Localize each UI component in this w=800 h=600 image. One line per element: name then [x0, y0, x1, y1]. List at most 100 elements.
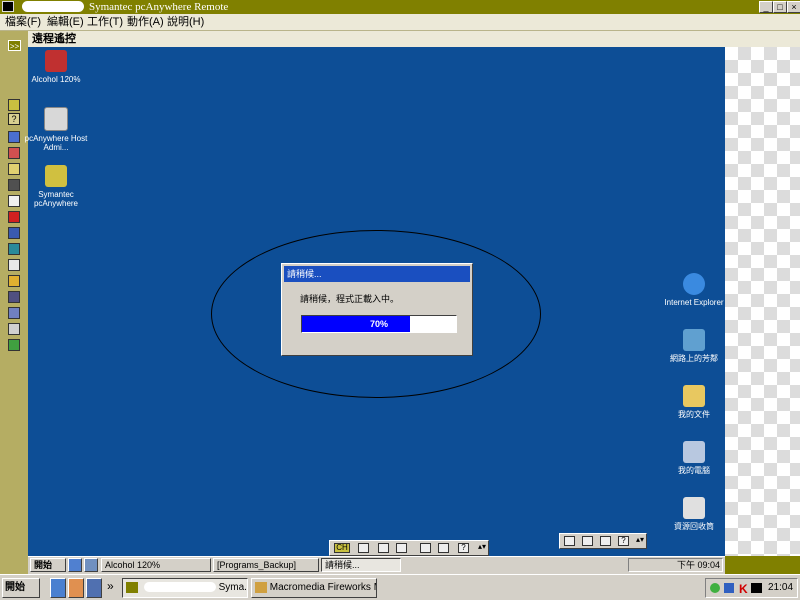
antivirus-k-icon[interactable]: K	[739, 580, 748, 597]
help-icon[interactable]: ?	[8, 113, 20, 125]
show-desktop-icon[interactable]	[86, 578, 102, 598]
local-taskbar: 開始 » Syma... Macromedia Fireworks M... K…	[0, 574, 800, 600]
monitor-icon[interactable]	[8, 227, 20, 239]
scale-icon[interactable]	[8, 307, 20, 319]
keyboard-small-icon[interactable]	[438, 543, 449, 553]
desktop-icon-pcanywhere-host-admin[interactable]: pcAnywhere Host Admi...	[21, 107, 91, 152]
window-title: Symantec pcAnywhere Remote	[89, 1, 229, 13]
end-session-icon[interactable]	[8, 211, 20, 223]
help-icon[interactable]: ?	[458, 543, 469, 553]
redacted-host-name	[22, 1, 84, 12]
desktop-icon-internet-explorer[interactable]: Internet Explorer	[659, 273, 729, 307]
desktop-icon-label: 我的電腦	[678, 466, 710, 475]
desktop-icon-alcohol[interactable]: Alcohol 120%	[21, 50, 91, 84]
loading-dialog[interactable]: 請稍候... 請稍候，程式正載入中。 70%	[281, 263, 473, 356]
desktop-icon-label: 資源回收筒	[674, 522, 714, 531]
refresh-icon[interactable]	[8, 339, 20, 351]
keyboard-icon[interactable]	[564, 536, 575, 546]
my-documents-icon	[683, 385, 705, 407]
menu-file[interactable]: 檔案(F)	[5, 14, 41, 30]
tray-icon-blue[interactable]	[724, 583, 734, 593]
pen-icon[interactable]	[582, 536, 593, 546]
remote-system-tray: 下午 09:04	[628, 558, 723, 572]
desktop-icon-label: 網路上的芳鄰	[670, 354, 718, 363]
pcanywhere-app-icon[interactable]	[2, 1, 14, 12]
maximize-button[interactable]: □	[773, 1, 787, 13]
local-system-tray: K 21:04	[705, 578, 798, 598]
menu-help[interactable]: 說明(H)	[167, 14, 204, 30]
menu-actions[interactable]: 動作(A)	[127, 14, 164, 30]
tray-icon-green[interactable]	[710, 583, 720, 593]
taskbar-button-label: Macromedia Fireworks M...	[269, 582, 376, 593]
network-places-icon	[683, 329, 705, 351]
file-transfer-icon[interactable]	[8, 147, 20, 159]
taskbar-button-please-wait[interactable]: 請稍候...	[321, 558, 401, 572]
screen-icon[interactable]	[8, 179, 20, 191]
remote-taskbar: 開始 Alcohol 120% [Programs_Backup] 請稍候...…	[28, 556, 725, 574]
help-icon[interactable]: ?	[618, 536, 629, 546]
desktop-icon-label: Symantec pcAnywhere	[33, 190, 79, 208]
remote-clock: 下午 09:04	[677, 560, 721, 570]
remote-start-button[interactable]: 開始	[30, 558, 66, 572]
desktop-icon-my-documents[interactable]: 我的文件	[659, 385, 729, 419]
minimize-button[interactable]: _	[759, 1, 773, 13]
connection-icon[interactable]	[8, 99, 20, 111]
toolbar-menu-icon[interactable]: ▴▾	[636, 535, 644, 544]
desktop-icon-label: pcAnywhere Host Admi...	[24, 134, 88, 152]
ie-quick-launch-icon[interactable]	[68, 558, 82, 572]
progress-bar: 70%	[301, 315, 457, 333]
pen-icon[interactable]	[378, 543, 389, 553]
my-computer-icon	[683, 441, 705, 463]
taskbar-button-programs-backup[interactable]: [Programs_Backup]	[213, 558, 319, 572]
toolbar-menu-icon[interactable]: ▴▾	[478, 542, 486, 551]
taskbar-button-fireworks[interactable]: Macromedia Fireworks M...	[251, 578, 377, 598]
pad-icon[interactable]	[600, 536, 611, 546]
pad-icon[interactable]	[396, 543, 407, 553]
keyboard-icon[interactable]	[358, 543, 369, 553]
menu-tasks[interactable]: 工作(T)	[87, 14, 123, 30]
language-ch-button[interactable]: CH	[334, 543, 350, 553]
fireworks-icon	[255, 581, 267, 593]
pcanywhere-icon	[126, 581, 138, 593]
expand-toolbar-button[interactable]: >>	[8, 40, 21, 51]
remote-control-label: 遠程遙控	[32, 33, 76, 45]
taskbar-button-alcohol[interactable]: Alcohol 120%	[101, 558, 211, 572]
internet-explorer-icon	[683, 273, 705, 295]
show-desktop-icon[interactable]	[84, 558, 98, 572]
dialog-title[interactable]: 請稍候...	[284, 266, 470, 282]
menu-bar: 檔案(F) 編輯(E) 工作(T) 動作(A) 說明(H)	[0, 14, 800, 31]
ie-quick-launch-icon[interactable]	[50, 578, 66, 598]
close-button[interactable]: ×	[787, 1, 800, 13]
desktop-icon-recycle-bin[interactable]: 資源回收筒	[659, 497, 729, 531]
keyboard-icon[interactable]	[8, 195, 20, 207]
remote-floating-toolbar: CH ? ▴▾	[329, 540, 489, 556]
taskbar-button-label: Syma...	[218, 582, 247, 593]
remote-control-header: 遠程遙控	[28, 31, 800, 47]
unused-screen-area	[725, 47, 800, 556]
taskbar-button-symantec[interactable]: Syma...	[122, 578, 248, 598]
menu-edit[interactable]: 編輯(E)	[47, 14, 84, 30]
quick-launch-chevron[interactable]: »	[107, 579, 114, 593]
tray-icon-dark[interactable]	[751, 583, 762, 593]
progress-text: 70%	[369, 319, 388, 329]
desktop-icon-label: Alcohol 120%	[31, 75, 81, 84]
brush-icon[interactable]	[420, 543, 431, 553]
desktop-icon-label: 我的文件	[678, 410, 710, 419]
recycle-bin-icon	[683, 497, 705, 519]
record-icon[interactable]	[8, 291, 20, 303]
alcohol-icon	[45, 50, 67, 72]
desktop-icon-network-places[interactable]: 網路上的芳鄰	[659, 329, 729, 363]
clipboard-icon[interactable]	[8, 259, 20, 271]
dialog-message: 請稍候，程式正載入中。	[300, 294, 400, 304]
desktop-icon-symantec-pcanywhere[interactable]: Symantec pcAnywhere	[21, 165, 91, 208]
folder-icon[interactable]	[8, 275, 20, 287]
outlook-quick-launch-icon[interactable]	[68, 578, 84, 598]
chat-icon[interactable]	[8, 163, 20, 175]
ime-floating-toolbar: ? ▴▾	[559, 533, 647, 549]
desktop-icon-my-computer[interactable]: 我的電腦	[659, 441, 729, 475]
settings-icon[interactable]	[8, 243, 20, 255]
remote-control-icon[interactable]	[8, 131, 20, 143]
local-start-button[interactable]: 開始	[2, 578, 40, 598]
options-icon[interactable]	[8, 323, 20, 335]
pcanywhere-icon	[45, 165, 67, 187]
